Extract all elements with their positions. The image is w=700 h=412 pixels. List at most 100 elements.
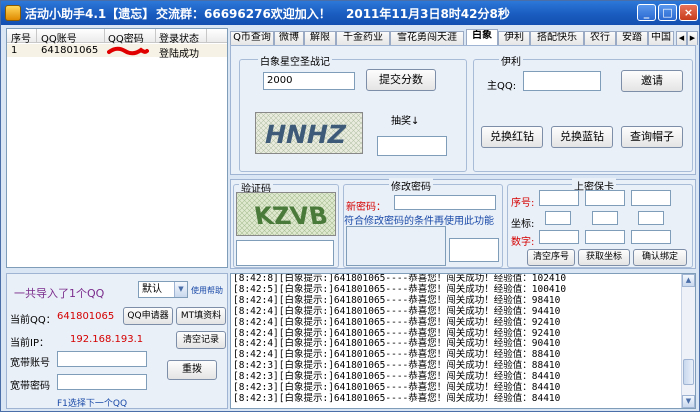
captcha-text: KZVB [252,202,330,230]
tab-china[interactable]: 中国 [648,31,674,45]
broadband-password-label: 宽带密码 [10,381,50,392]
digit-label: 数字: [511,237,535,248]
mt-fill-button[interactable]: MT填资料 [176,307,226,325]
account-control-panel: 一共导入了1个QQ 默认 ▼ 使用帮助 当前QQ： 641801065 QQ申请… [6,273,228,409]
column-header-index[interactable]: 序号 [11,30,31,45]
account-table[interactable]: 序号 QQ账号 QQ密码 登录状态 1 641801065 登陆成功 [6,28,228,268]
chevron-down-icon[interactable]: ▼ [174,282,187,297]
log-line: [8:42:4][白象提示:]641801065----恭喜您！闯关成功！经验值… [233,305,561,317]
table-row[interactable]: 1 641801065 登陆成功 [7,44,227,60]
coord-label: 坐标: [511,219,535,230]
exchange-red-button[interactable]: 兑换红钻 [481,126,543,148]
query-hat-button[interactable]: 查询帽子 [621,126,683,148]
clear-log-button[interactable]: 清空记录 [176,331,226,349]
password-group-title: 修改密码 [389,178,433,193]
current-ip-value: 192.168.193.1 [70,334,144,345]
column-header-password[interactable]: QQ密码 [108,30,144,45]
captcha-text: HNHZ [262,120,349,149]
seq-input-2[interactable] [585,190,625,206]
next-qq-hint: F1选择下一个QQ [57,399,128,409]
verify-input[interactable] [236,240,334,266]
redaction-scribble [107,46,149,56]
current-qq-value: 641801065 [57,311,115,322]
baixiang-group-title: 白象星空圣战记 [258,53,332,68]
tab-baixiang[interactable]: 白象 [466,29,498,45]
current-qq-label: 当前QQ： [10,315,56,326]
yili-group-title: 伊利 [499,53,523,68]
submit-score-button[interactable]: 提交分数 [366,69,436,91]
tab-qianjin[interactable]: 千金药业 [336,31,390,45]
account-table-header: 序号 QQ账号 QQ密码 登录状态 [7,29,227,45]
lottery-label: 抽奖↓ [391,116,420,127]
digit-input-2[interactable] [585,230,625,244]
tab-snow[interactable]: 雪花勇闯天涯 [390,31,464,45]
tab-unlimit[interactable]: 解限 [304,31,336,45]
feature-tabs: Q币查询 微博 解限 千金药业 雪花勇闯天涯 白象 伊利 搭配快乐 农行 安踏 … [230,29,700,45]
row-status: 登陆成功 [159,49,199,60]
lottery-input[interactable] [377,136,447,156]
tab-scroll-left[interactable]: ◀ [676,31,687,45]
log-lines: [8:42:8][白象提示:]641801065----恭喜您！闯关成功！经验值… [231,274,695,405]
minimize-button[interactable]: _ [637,4,656,21]
tab-yili[interactable]: 伊利 [498,31,530,45]
tab-scroll-right[interactable]: ▶ [687,31,698,45]
score-input[interactable]: 2000 [263,72,355,90]
tab-dapei[interactable]: 搭配快乐 [530,31,584,45]
maximize-button[interactable]: □ [658,4,677,21]
mode-select-value: 默认 [142,284,162,295]
log-line: [8:42:4][白象提示:]641801065----恭喜您！闯关成功！经验值… [233,316,561,328]
datetime-display: 2011年11月3日8时42分8秒 [346,7,510,21]
import-summary: 一共导入了1个QQ [14,287,105,300]
app-window: 活动小助手4.1【遗忘】 交流群：66696276欢迎加入！ 2011年11月3… [0,0,700,412]
coord-input-2[interactable] [592,211,618,225]
title-bar[interactable]: 活动小助手4.1【遗忘】 交流群：66696276欢迎加入！ 2011年11月3… [1,1,700,25]
clear-seq-button[interactable]: 清空序号 [527,249,575,266]
seq-label: 序号: [511,198,535,209]
current-ip-label: 当前IP： [10,338,49,349]
seq-input-3[interactable] [631,190,671,206]
seq-input-1[interactable] [539,190,579,206]
window-title: 活动小助手4.1【遗忘】 [25,7,155,21]
row-index: 1 [11,45,18,56]
password-confirm-input[interactable] [449,238,499,262]
digit-input-3[interactable] [631,230,671,244]
broadband-account-input[interactable] [57,351,147,367]
redial-button[interactable]: 重拨 [167,360,217,380]
password-output-area [346,226,446,266]
main-qq-input[interactable] [523,71,601,91]
invite-button[interactable]: 邀请 [621,70,683,92]
password-note: 符合修改密码的条件再使用此功能 [344,216,494,227]
verify-captcha-image: KZVB [236,192,336,236]
broadband-account-label: 宽带账号 [10,358,50,369]
group-info: 交流群：66696276欢迎加入！ [156,7,331,21]
scroll-down-icon[interactable]: ▼ [682,395,695,408]
column-header-qq[interactable]: QQ账号 [41,30,77,45]
coord-input-1[interactable] [545,211,571,225]
coord-input-3[interactable] [638,211,664,225]
scroll-up-icon[interactable]: ▲ [682,274,695,287]
tab-weibo[interactable]: 微博 [274,31,304,45]
main-qq-label: 主QQ: [487,81,517,92]
exchange-blue-button[interactable]: 兑换蓝钻 [551,126,613,148]
baixiang-captcha-image: HNHZ [255,112,363,154]
row-qq: 641801065 [41,45,99,56]
help-link[interactable]: 使用帮助 [191,285,223,296]
qq-apply-button[interactable]: QQ申请器 [123,307,173,325]
activity-log[interactable]: [8:42:8][白象提示:]641801065----恭喜您！闯关成功！经验值… [230,273,696,409]
column-header-status[interactable]: 登录状态 [159,30,199,45]
scroll-thumb[interactable] [683,359,694,385]
digit-input-1[interactable] [539,230,579,244]
log-scrollbar[interactable]: ▲ ▼ [681,274,695,408]
close-button[interactable]: × [679,4,698,21]
tab-anta[interactable]: 安踏 [616,31,648,45]
new-password-input[interactable] [394,195,496,210]
lower-tools-panel: 验证码 KZVB 修改密码 新密码： 符合修改密码的条件再使用此功能 上密保卡 … [230,178,696,269]
tab-content-baixiang: 白象星空圣战记 2000 提交分数 HNHZ 抽奖↓ 伊利 主QQ: 邀请 兑换… [230,45,696,175]
mode-select[interactable]: 默认 ▼ [138,281,188,298]
tab-abc[interactable]: 农行 [584,31,616,45]
tab-q-coin[interactable]: Q币查询 [230,31,274,45]
get-coord-button[interactable]: 获取坐标 [578,249,630,266]
new-password-label: 新密码： [346,202,386,213]
confirm-bind-button[interactable]: 确认绑定 [633,249,687,266]
broadband-password-input[interactable] [57,374,147,390]
